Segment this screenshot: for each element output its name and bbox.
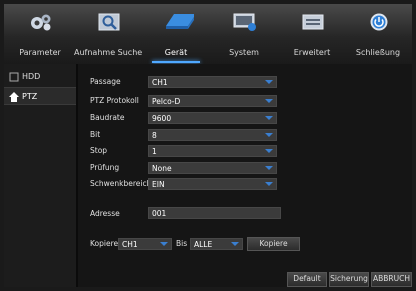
kopiere-button[interactable]: Kopiere: [247, 237, 300, 251]
top-menu-bar: Parameter Aufnahme Suche Gerät System Er…: [4, 4, 412, 64]
search-icon: [98, 13, 120, 31]
tab-label: Aufnahme Suche: [74, 48, 143, 57]
sidebar-item-ptz[interactable]: PTZ: [4, 87, 76, 105]
stop-value: 1: [152, 147, 157, 156]
sidebar-item-label: PTZ: [22, 92, 38, 101]
passage-select[interactable]: CH1: [148, 76, 277, 88]
protokoll-select[interactable]: Pelco-D: [148, 95, 277, 107]
adresse-label: Adresse: [90, 209, 120, 218]
kopiere-label: Kopiere: [90, 239, 119, 248]
copy-to-value: ALLE: [194, 240, 213, 249]
advanced-icon: [302, 14, 324, 30]
tab-parameter[interactable]: Parameter: [6, 4, 74, 64]
stop-label: Stop: [90, 146, 108, 155]
bit-select[interactable]: 8: [148, 129, 277, 141]
ptz-camera-icon: [9, 92, 19, 102]
save-button[interactable]: Sicherung: [329, 272, 369, 287]
power-icon: [370, 13, 388, 31]
monitor-icon: [233, 13, 256, 31]
schwenkbereich-select[interactable]: EIN: [148, 178, 277, 190]
chevron-down-icon: [160, 242, 168, 246]
protokoll-label: PTZ Protokoll: [90, 96, 139, 105]
adresse-input[interactable]: 001: [148, 207, 281, 219]
tab-geraet[interactable]: Gerät: [142, 4, 210, 64]
tab-label: Parameter: [19, 48, 61, 57]
sidebar-item-hdd[interactable]: HDD: [4, 68, 76, 86]
chevron-down-icon: [265, 182, 273, 186]
gears-icon: [31, 14, 51, 31]
chevron-down-icon: [265, 149, 273, 153]
ptz-settings-panel: Passage CH1 PTZ Protokoll Pelco-D Baudra…: [78, 64, 412, 287]
pruefung-value: None: [152, 164, 172, 173]
tab-system[interactable]: System: [210, 4, 278, 64]
chevron-down-icon: [265, 166, 273, 170]
bis-label: Bis: [176, 239, 188, 248]
pruefung-select[interactable]: None: [148, 162, 277, 174]
sidebar: HDD PTZ: [4, 64, 76, 287]
sidebar-item-label: HDD: [22, 72, 41, 81]
tab-aufnahme-suche[interactable]: Aufnahme Suche: [74, 4, 142, 64]
protokoll-value: Pelco-D: [152, 97, 181, 106]
tab-label: Erweitert: [293, 48, 331, 57]
tab-schliessung[interactable]: Schließung: [344, 4, 412, 64]
bit-label: Bit: [90, 130, 101, 139]
baudrate-value: 9600: [152, 114, 172, 123]
tab-erweitert[interactable]: Erweitert: [278, 4, 346, 64]
baudrate-label: Baudrate: [90, 113, 125, 122]
hdd-icon: [9, 72, 19, 82]
copy-to-select[interactable]: ALLE: [190, 238, 243, 250]
default-button[interactable]: Default: [287, 272, 327, 287]
stop-select[interactable]: 1: [148, 145, 277, 157]
schwenkbereich-value: EIN: [152, 180, 165, 189]
copy-from-select[interactable]: CH1: [118, 238, 172, 250]
passage-label: Passage: [90, 77, 121, 86]
tab-label: Gerät: [164, 48, 188, 57]
tab-label: Schließung: [355, 48, 401, 57]
copy-from-value: CH1: [122, 240, 138, 249]
tab-label: System: [229, 48, 259, 57]
chevron-down-icon: [265, 133, 273, 137]
passage-value: CH1: [152, 78, 168, 87]
adresse-value: 001: [152, 209, 167, 218]
chevron-down-icon: [265, 116, 273, 120]
hdd-device-icon: [166, 14, 194, 29]
chevron-down-icon: [265, 80, 273, 84]
chevron-down-icon: [265, 99, 273, 103]
pruefung-label: Prüfung: [90, 163, 120, 172]
cancel-button[interactable]: ABBRUCH: [371, 272, 412, 287]
chevron-down-icon: [231, 242, 239, 246]
baudrate-select[interactable]: 9600: [148, 112, 277, 124]
schwenkbereich-label: Schwenkbereich: [90, 179, 152, 188]
bit-value: 8: [152, 131, 157, 140]
